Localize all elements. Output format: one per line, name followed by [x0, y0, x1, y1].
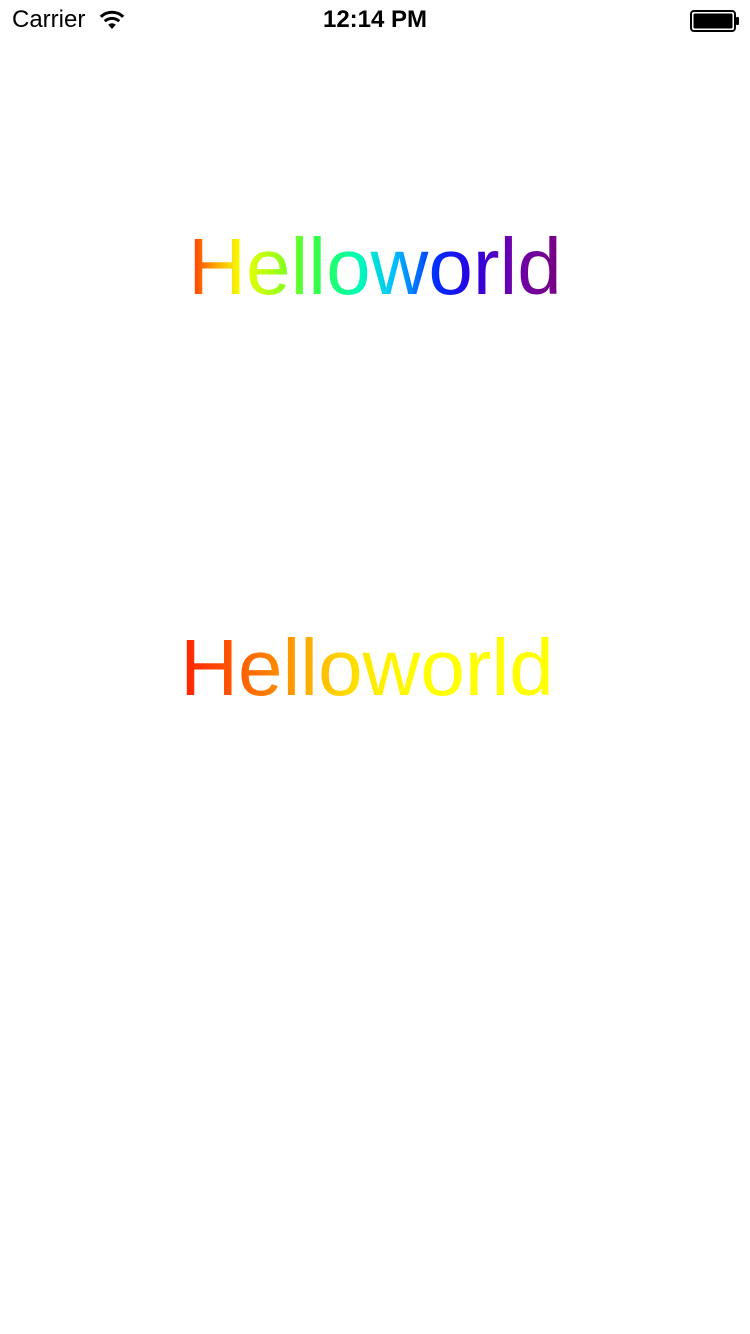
- battery-icon: [690, 10, 739, 32]
- screen: Carrier 12:14 PM Helloworld Helloworld: [0, 0, 750, 1334]
- gradient-label-warm-text: Helloworld: [180, 623, 554, 712]
- gradient-label-warm: Helloworld: [0, 623, 742, 713]
- gradient-label-rainbow-text: Helloworld: [188, 222, 562, 311]
- clock: 12:14 PM: [322, 6, 428, 33]
- status-bar: Carrier 12:14 PM: [0, 0, 750, 40]
- gradient-label-rainbow: Helloworld: [0, 222, 750, 312]
